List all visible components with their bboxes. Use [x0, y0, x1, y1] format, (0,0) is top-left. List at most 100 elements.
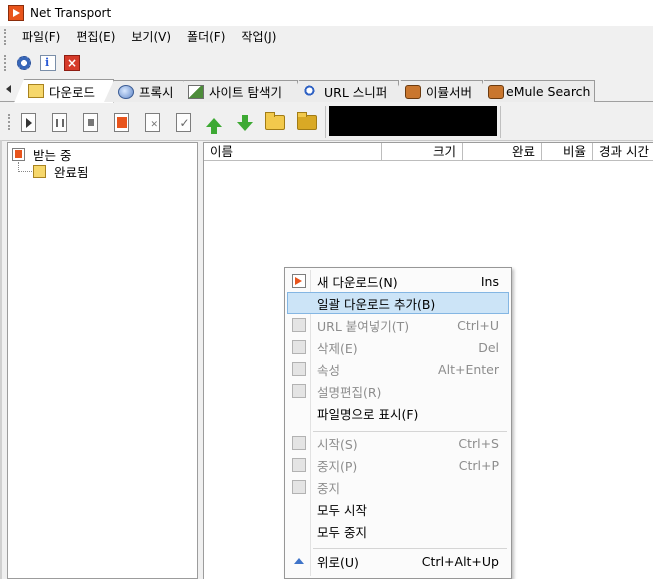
tree-connector — [18, 162, 32, 172]
column-name[interactable]: 이름 — [204, 143, 382, 161]
tab-emule-server[interactable]: 이뮬서버 — [391, 80, 483, 102]
start-button[interactable] — [17, 111, 39, 133]
pause-button[interactable] — [48, 111, 70, 133]
column-size[interactable]: 크기 — [382, 143, 463, 161]
title-bar: Net Transport — [0, 0, 653, 26]
menu-delete[interactable]: 삭제(E) Del — [287, 336, 509, 358]
menu-separator — [313, 548, 507, 549]
arrow-down-icon — [237, 114, 253, 131]
net-transport-app-icon — [8, 5, 24, 21]
tab-scroll-left-icon[interactable] — [6, 85, 11, 93]
properties-button[interactable] — [172, 111, 194, 133]
menu-item-shortcut: Ctrl+P — [458, 457, 499, 473]
menu-start[interactable]: 시작(S) Ctrl+S — [287, 432, 509, 454]
menu-start-all[interactable]: 모두 시작 — [287, 498, 509, 520]
tab-proxy[interactable]: 프록시 — [104, 80, 184, 102]
menu-new-download[interactable]: 새 다운로드(N) Ins — [287, 270, 509, 292]
menubar-grip[interactable] — [4, 29, 8, 45]
column-completed[interactable]: 완료 — [463, 143, 542, 161]
column-ratio[interactable]: 비율 — [542, 143, 593, 161]
column-elapsed-time[interactable]: 경과 시간 — [593, 143, 653, 161]
tab-download-label: 다운로드 — [49, 84, 96, 100]
open-folder-button[interactable] — [264, 111, 286, 133]
window-title: Net Transport — [30, 6, 112, 20]
download-folder-icon — [28, 84, 44, 98]
quick-toolbar-grip[interactable] — [4, 55, 8, 71]
start-icon — [292, 436, 306, 450]
folder-icon — [297, 111, 317, 130]
menu-edit[interactable]: 편집(E) — [68, 26, 123, 48]
properties-icon — [292, 362, 306, 376]
quick-toolbar: × — [0, 48, 653, 78]
stop-button[interactable] — [79, 111, 101, 133]
menu-edit-description[interactable]: 설명편집(R) — [287, 380, 509, 402]
tab-url-sniffer[interactable]: URL 스니퍼 — [289, 80, 399, 102]
tree-item-label: 완료됨 — [54, 165, 89, 180]
options-button[interactable] — [14, 53, 34, 73]
site-explorer-icon — [188, 84, 204, 99]
download-toolbar — [0, 103, 653, 141]
move-up-button[interactable] — [203, 111, 225, 134]
redacted-area — [329, 106, 497, 136]
tab-emule-search[interactable]: eMule Search — [474, 80, 595, 102]
tab-emule-server-label: 이뮬서버 — [426, 85, 473, 100]
menu-move-up[interactable]: 위로(U) Ctrl+Alt+Up — [287, 550, 509, 572]
tree-item-completed[interactable]: 완료됨 — [33, 162, 89, 181]
menu-batch-download[interactable]: 일괄 다운로드 추가(B) — [287, 292, 509, 314]
tab-proxy-label: 프록시 — [139, 85, 174, 100]
menu-pause[interactable]: 중지(P) Ctrl+P — [287, 454, 509, 476]
menu-item-label: 설명편집(R) — [317, 384, 382, 400]
tab-bar: 다운로드 프록시 사이트 탐색기 URL 스니퍼 이뮬서버 eMule Sear… — [0, 78, 653, 103]
about-button[interactable] — [38, 53, 58, 73]
menu-item-label: 새 다운로드(N) — [317, 274, 398, 290]
new-download-button[interactable] — [110, 111, 132, 133]
delete-button[interactable] — [141, 111, 163, 133]
menu-item-label: 일괄 다운로드 추가(B) — [317, 296, 436, 312]
new-download-icon — [292, 274, 306, 288]
menu-paste-url[interactable]: URL 붙여넣기(T) Ctrl+U — [287, 314, 509, 336]
category-tree: 받는 중 완료됨 — [7, 142, 198, 579]
toolbar-separator — [325, 106, 326, 138]
menu-item-label: 위로(U) — [317, 554, 359, 570]
menu-job[interactable]: 작업(J) — [233, 26, 284, 48]
menu-file[interactable]: 파일(F) — [14, 26, 68, 48]
menu-item-label: 파일명으로 표시(F) — [317, 406, 419, 422]
open-folder-icon — [265, 111, 285, 130]
tab-download[interactable]: 다운로드 — [14, 79, 114, 103]
move-down-button[interactable] — [234, 111, 256, 133]
menu-show-as-filename[interactable]: 파일명으로 표시(F) — [287, 402, 509, 424]
window-left-edge — [0, 140, 2, 579]
menu-item-shortcut: Ctrl+U — [457, 317, 499, 333]
delete-icon — [292, 340, 306, 354]
arrow-up-icon — [294, 558, 304, 564]
menu-item-shortcut: Del — [478, 339, 499, 355]
menu-item-shortcut: Alt+Enter — [438, 361, 499, 377]
menu-view[interactable]: 보기(V) — [123, 26, 179, 48]
exit-button[interactable]: × — [62, 53, 82, 73]
menu-item-shortcut: Ctrl+Alt+Up — [421, 553, 499, 569]
tab-url-sniffer-label: URL 스니퍼 — [324, 85, 388, 100]
toolbar-grip[interactable] — [8, 114, 12, 130]
menu-folder[interactable]: 폴더(F) — [179, 26, 233, 48]
menu-item-label: 시작(S) — [317, 436, 358, 452]
toolbar-separator — [500, 106, 501, 138]
menu-item-label: URL 붙여넣기(T) — [317, 318, 410, 334]
check-icon — [175, 112, 191, 132]
tab-site-explorer[interactable]: 사이트 탐색기 — [174, 80, 298, 102]
menu-item-label: 중지(P) — [317, 458, 358, 474]
menu-stop-all[interactable]: 모두 중지 — [287, 520, 509, 542]
menu-bar: 파일(F) 편집(E) 보기(V) 폴더(F) 작업(J) — [0, 26, 653, 48]
menu-item-shortcut: Ins — [480, 273, 499, 289]
emule-icon — [488, 84, 504, 99]
arrow-up-icon — [206, 117, 222, 134]
menu-item-label: 삭제(E) — [317, 340, 358, 356]
menu-item-shortcut: Ctrl+S — [458, 435, 499, 451]
magnifier-icon — [303, 84, 319, 99]
proxy-globe-icon — [118, 84, 134, 99]
menu-properties[interactable]: 속성 Alt+Enter — [287, 358, 509, 380]
gear-icon — [17, 56, 31, 70]
menu-stop[interactable]: 중지 — [287, 476, 509, 498]
menu-item-label: 속성 — [317, 362, 341, 378]
completed-folder-icon — [33, 165, 46, 178]
folder-button[interactable] — [296, 111, 318, 133]
